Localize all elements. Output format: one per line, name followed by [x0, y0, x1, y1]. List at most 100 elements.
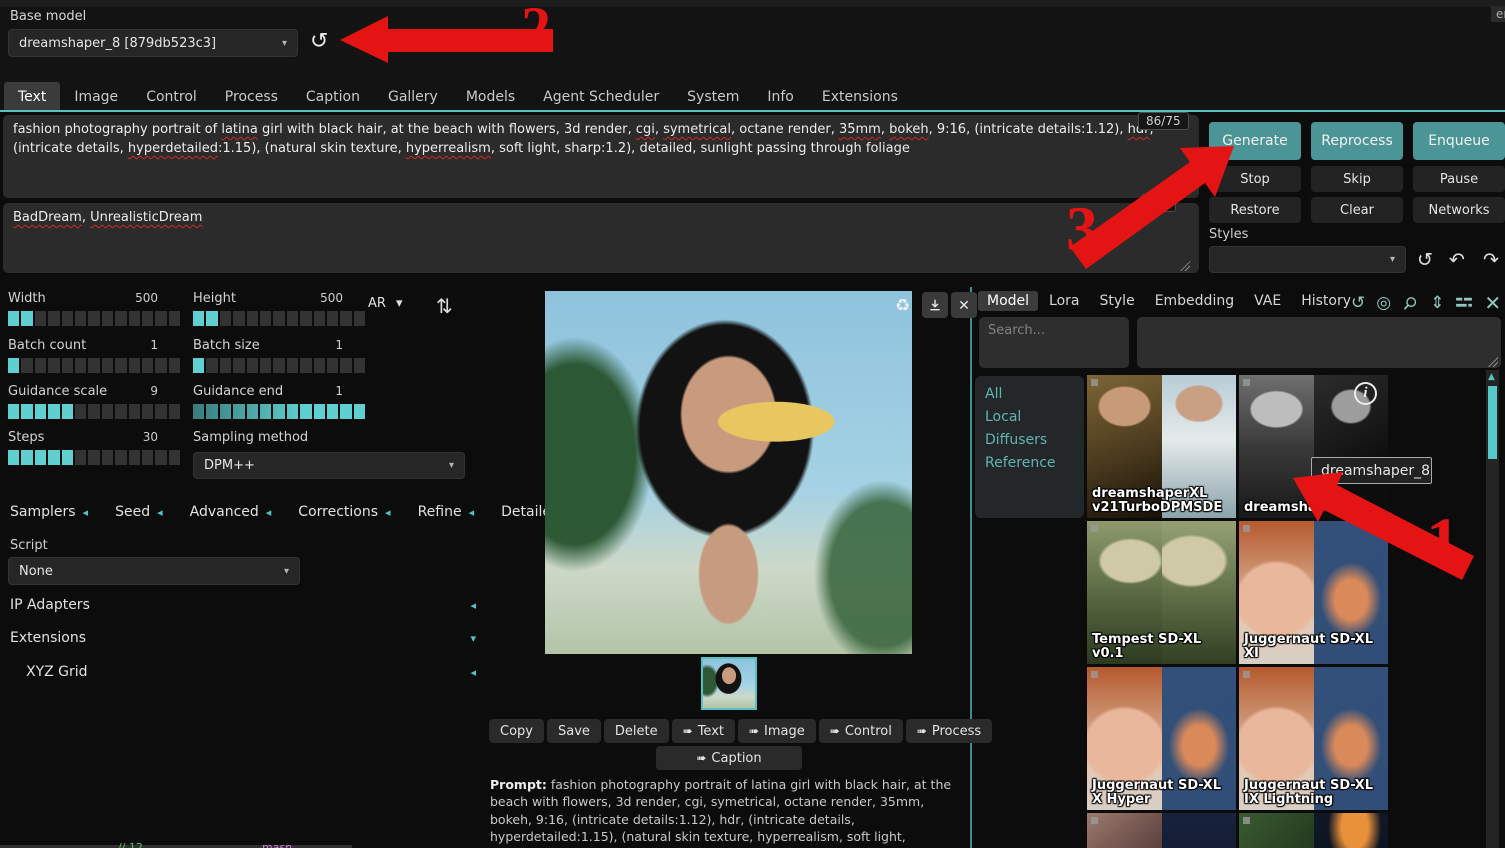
tab-image[interactable]: Image [60, 82, 132, 111]
networks-tab-history[interactable]: History [1292, 291, 1360, 311]
networks-description-input[interactable] [1137, 317, 1501, 368]
sort-icon[interactable] [1455, 296, 1473, 310]
tab-gallery[interactable]: Gallery [374, 82, 452, 111]
stop-button[interactable]: Stop [1209, 166, 1301, 192]
gallery-thumbnail[interactable] [701, 657, 757, 710]
record-icon[interactable]: ◎ [1376, 295, 1391, 312]
prompt-resize-handle[interactable] [1180, 186, 1190, 196]
send-to-process-button[interactable]: ➠Process [906, 719, 992, 743]
networks-button[interactable]: Networks [1413, 197, 1505, 223]
width-track[interactable] [8, 311, 180, 326]
styles-refresh-icon[interactable]: ↺ [1417, 249, 1433, 271]
model-card-juggernaut-sd-xl-xi[interactable]: Juggernaut SD-XL XI [1239, 521, 1388, 664]
section-extensions[interactable]: Extensions▾ [10, 630, 476, 646]
negative-prompt-input[interactable]: BadDream, UnrealisticDream [3, 203, 1199, 273]
networks-tab-style[interactable]: Style [1091, 291, 1144, 311]
delete-button[interactable]: Delete [604, 719, 669, 743]
redo-icon[interactable]: ↷ [1483, 249, 1499, 271]
accordion-refine[interactable]: Refine◂ [418, 504, 475, 520]
copy-button[interactable]: Copy [489, 719, 544, 743]
swap-dimensions-icon[interactable]: ⇅ [436, 294, 453, 318]
guidance-end-track[interactable] [193, 404, 365, 419]
batch-count-slider[interactable]: Batch count1 [8, 338, 180, 373]
save-button[interactable]: Save [547, 719, 601, 743]
model-card-dreamshaper-8[interactable]: dreamshaper_8i [1239, 375, 1388, 518]
enqueue-button[interactable]: Enqueue [1413, 122, 1505, 160]
tab-system[interactable]: System [673, 82, 753, 111]
model-card[interactable] [1239, 813, 1388, 848]
restore-button[interactable]: Restore [1209, 197, 1301, 223]
batch-size-slider[interactable]: Batch size1 [193, 338, 365, 373]
styles-select[interactable]: ▾ [1209, 246, 1406, 273]
accordion-samplers[interactable]: Samplers◂ [10, 504, 88, 520]
close-panel-icon[interactable]: ✕ [1484, 293, 1501, 313]
networks-tab-lora[interactable]: Lora [1040, 291, 1088, 311]
height-track[interactable] [193, 311, 365, 326]
download-image-button[interactable] [922, 292, 948, 318]
aspect-ratio-select[interactable]: AR ▾ [368, 296, 426, 311]
section-ip-adapters[interactable]: IP Adapters◂ [10, 597, 476, 613]
height-slider[interactable]: Height500 [193, 291, 365, 326]
reprocess-button[interactable]: Reprocess [1311, 122, 1403, 160]
send-to-control-button[interactable]: ➠Control [819, 719, 903, 743]
generate-button[interactable]: Generate [1209, 122, 1301, 160]
steps-slider[interactable]: Steps30 [8, 430, 180, 465]
tab-process[interactable]: Process [211, 82, 292, 111]
base-model-select[interactable]: dreamshaper_8 [879db523c3] ▾ [8, 29, 298, 57]
model-card[interactable] [1087, 813, 1236, 848]
model-card-juggernaut-sd-xl-ix-lightning[interactable]: Juggernaut SD-XL IX Lightning [1239, 667, 1388, 810]
filter-reference[interactable]: Reference [985, 452, 1074, 475]
prompt-input[interactable]: fashion photography portrait of latina g… [3, 115, 1199, 198]
networks-tab-model[interactable]: Model [978, 291, 1038, 311]
filter-local[interactable]: Local [985, 406, 1074, 429]
networks-tab-vae[interactable]: VAE [1245, 291, 1290, 311]
generated-image[interactable] [545, 291, 912, 654]
accordion-advanced[interactable]: Advanced◂ [190, 504, 272, 520]
section-xyz-grid[interactable]: XYZ Grid◂ [10, 664, 476, 680]
model-refresh-icon[interactable]: ↺ [310, 31, 328, 53]
steps-track[interactable] [8, 450, 180, 465]
skip-button[interactable]: Skip [1311, 166, 1403, 192]
scroll-up-icon[interactable]: ▲ [1488, 372, 1495, 382]
model-card-tempest-sd-xl-v0-1[interactable]: Tempest SD-XL v0.1 [1087, 521, 1236, 664]
tab-text[interactable]: Text [4, 82, 60, 111]
batch-size-track[interactable] [193, 358, 365, 373]
networks-search-input[interactable] [979, 317, 1129, 368]
filter-diffusers[interactable]: Diffusers [985, 429, 1074, 452]
clear-button[interactable]: Clear [1311, 197, 1403, 223]
send-to-caption-button[interactable]: ➠ Caption [656, 746, 801, 770]
script-select[interactable]: None ▾ [8, 557, 300, 585]
tab-models[interactable]: Models [452, 82, 529, 111]
guidance-scale-slider[interactable]: Guidance scale9 [8, 384, 180, 419]
networks-tab-embedding[interactable]: Embedding [1146, 291, 1243, 311]
info-icon[interactable]: i [1354, 382, 1377, 405]
tab-extensions[interactable]: Extensions [808, 82, 912, 111]
recycle-icon[interactable]: ♻ [895, 296, 910, 316]
tab-control[interactable]: Control [132, 82, 211, 111]
tab-info[interactable]: Info [753, 82, 808, 111]
model-card-juggernaut-sd-xl-x-hyper[interactable]: Juggernaut SD-XL X Hyper [1087, 667, 1236, 810]
accordion-corrections[interactable]: Corrections◂ [298, 504, 390, 520]
send-to-text-button[interactable]: ➠Text [672, 719, 735, 743]
scrollbar[interactable]: ▲ [1486, 370, 1499, 848]
textarea-resize-handle[interactable] [1488, 357, 1498, 367]
tab-agent-scheduler[interactable]: Agent Scheduler [529, 82, 673, 111]
accordion-seed[interactable]: Seed◂ [115, 504, 163, 520]
negative-resize-handle[interactable] [1180, 261, 1190, 271]
close-image-button[interactable]: ✕ [951, 292, 977, 318]
tab-caption[interactable]: Caption [292, 82, 374, 111]
model-card-dreamshaperxl-v21turbodpmsde[interactable]: dreamshaperXL v21TurboDPMSDE [1087, 375, 1236, 518]
width-slider[interactable]: Width500 [8, 291, 180, 326]
batch-count-track[interactable] [8, 358, 180, 373]
guidance-scale-track[interactable] [8, 404, 180, 419]
language-badge[interactable]: en [1491, 6, 1505, 22]
networks-refresh-icon[interactable]: ↺ [1351, 295, 1365, 312]
pause-button[interactable]: Pause [1413, 166, 1505, 192]
undo-icon[interactable]: ↶ [1449, 249, 1465, 271]
search-icon[interactable] [1402, 295, 1419, 312]
send-to-image-button[interactable]: ➠Image [738, 719, 816, 743]
resize-vertical-icon[interactable]: ⇕ [1430, 295, 1444, 312]
scrollbar-thumb[interactable] [1488, 386, 1497, 459]
guidance-end-slider[interactable]: Guidance end1 [193, 384, 365, 419]
sampling-method-select[interactable]: DPM++ ▾ [193, 452, 465, 479]
